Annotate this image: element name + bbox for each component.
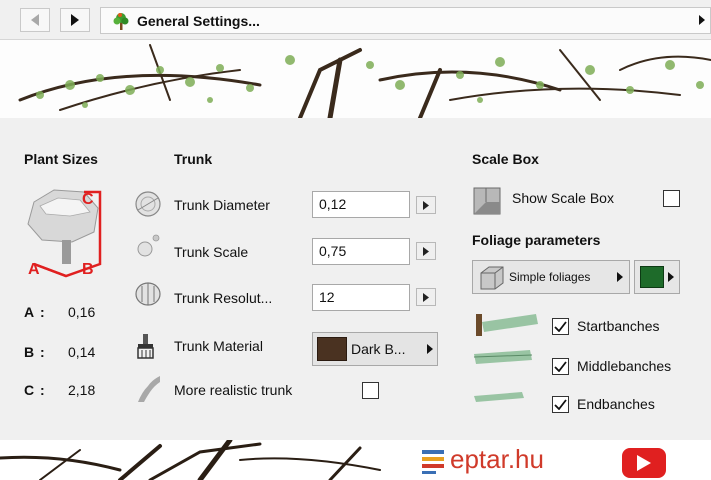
foliage-type-value: Simple foliages [509, 270, 591, 284]
youtube-icon[interactable] [622, 448, 666, 478]
checkmark-icon [554, 321, 567, 332]
foliage-type-dropdown[interactable]: Simple foliages [472, 260, 630, 294]
tree-branches-image [18, 44, 711, 118]
trunk-resolution-icon [135, 282, 161, 306]
realistic-trunk-checkbox[interactable] [362, 382, 379, 399]
size-separator: : [40, 304, 45, 320]
settings-selector[interactable]: General Settings... [100, 7, 711, 34]
trunk-material-value: Dark B... [351, 341, 406, 357]
branch-images [473, 314, 538, 402]
eptar-logo-icon [422, 450, 444, 474]
middlebranches-label: Middlebanches [577, 358, 672, 374]
watermark-site: eptar.hu [450, 444, 544, 474]
trunk-scale-icon [137, 234, 160, 257]
top-toolbar: General Settings... [0, 0, 711, 40]
foliage-header: Foliage parameters [472, 232, 601, 248]
middlebranches-checkbox[interactable] [552, 358, 569, 375]
paint-brush-icon [137, 334, 154, 359]
chevron-right-icon [668, 272, 674, 282]
material-swatch [317, 337, 347, 361]
diagram-label-a: A [28, 261, 40, 278]
size-value: 0,16 [68, 304, 96, 320]
show-scale-box-label: Show Scale Box [512, 190, 614, 206]
trunk-diameter-icon [135, 191, 161, 217]
size-separator: : [40, 382, 45, 398]
trunk-resolution-input[interactable]: 12 [312, 284, 410, 311]
chevron-right-icon [71, 14, 79, 26]
scale-box-header: Scale Box [472, 151, 539, 167]
checkmark-icon [554, 361, 567, 372]
endbranches-checkbox[interactable] [552, 396, 569, 413]
foliage-color-swatch [640, 266, 664, 288]
show-scale-box-checkbox[interactable] [663, 190, 680, 207]
plant-size-diagram-icon: C A B [27, 189, 102, 278]
trunk-material-label: Trunk Material [174, 338, 263, 354]
tree-photo-top [0, 40, 711, 118]
size-key: C [24, 382, 35, 398]
trunk-resolution-menu-button[interactable] [416, 288, 436, 306]
trunk-scale-input[interactable]: 0,75 [312, 238, 410, 265]
chevron-right-icon [423, 200, 429, 210]
forward-button[interactable] [60, 8, 90, 32]
size-value: 0,14 [68, 344, 96, 360]
trunk-diameter-menu-button[interactable] [416, 196, 436, 214]
tree-photo-bottom: eptar.hu [0, 440, 711, 480]
realistic-trunk-label: More realistic trunk [174, 382, 293, 398]
endbranches-label: Endbanches [577, 396, 655, 412]
trunk-scale-label: Trunk Scale [174, 244, 249, 260]
back-button[interactable] [20, 8, 50, 32]
chevron-right-icon [699, 15, 705, 25]
startbranches-checkbox[interactable] [552, 318, 569, 335]
chevron-right-icon [427, 344, 433, 354]
trunk-diameter-label: Trunk Diameter [174, 197, 270, 213]
scale-box-icon [473, 187, 501, 215]
tree-icon [113, 13, 129, 30]
checkmark-icon [554, 399, 567, 410]
size-key: A [24, 304, 35, 320]
tree-branches-image [0, 440, 381, 480]
chevron-right-icon [423, 246, 429, 256]
trunk-diameter-input[interactable]: 0,12 [312, 191, 410, 218]
chevron-left-icon [31, 14, 39, 26]
size-key: B [24, 344, 35, 360]
trunk-scale-menu-button[interactable] [416, 242, 436, 260]
chevron-right-icon [423, 292, 429, 302]
chevron-right-icon [617, 272, 623, 282]
settings-title: General Settings... [137, 13, 260, 29]
startbranches-label: Startbanches [577, 318, 660, 334]
cube-icon [480, 266, 504, 290]
diagram-label-b: B [82, 261, 94, 278]
size-separator: : [40, 344, 45, 360]
settings-panel: Plant Sizes C A B A : 0,16 B : 0,14 C : … [0, 118, 711, 440]
trunk-resolution-label: Trunk Resolut... [174, 290, 273, 306]
trunk-header: Trunk [174, 151, 213, 167]
plant-sizes-header: Plant Sizes [24, 151, 98, 167]
diagram-label-c: C [82, 191, 94, 208]
trunk-material-dropdown[interactable]: Dark B... [312, 332, 438, 366]
realistic-trunk-icon [138, 376, 160, 402]
play-icon [637, 455, 651, 471]
size-value: 2,18 [68, 382, 96, 398]
foliage-color-picker[interactable] [634, 260, 680, 294]
